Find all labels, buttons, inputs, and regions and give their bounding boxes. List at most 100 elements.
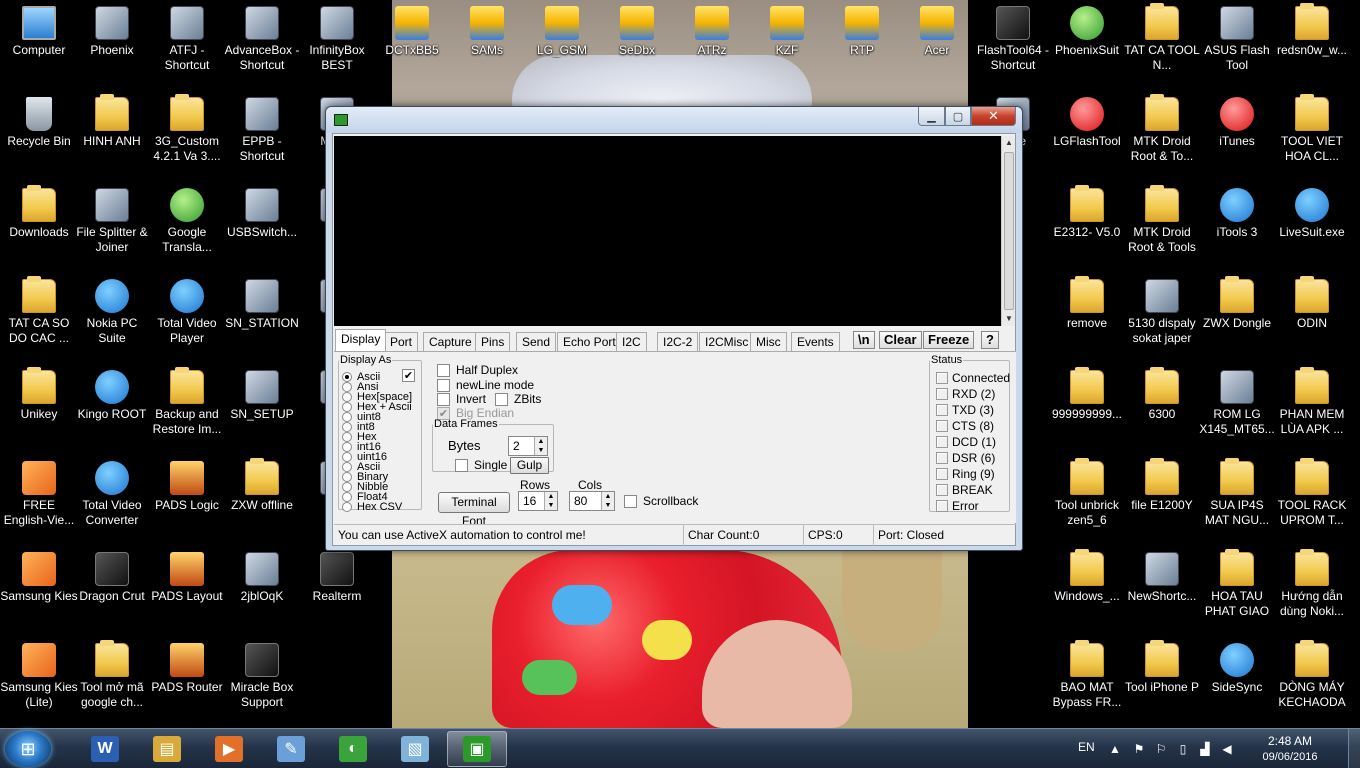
desktop-icon[interactable]: Nokia PC Suite (73, 273, 151, 359)
spinner-arrows-icon[interactable]: ▲ ▼ (544, 492, 557, 510)
taskbar-app-explorer[interactable]: ▤ (137, 731, 197, 767)
tab-pins[interactable]: Pins (475, 332, 511, 351)
gulp-button[interactable]: Gulp (510, 457, 549, 474)
desktop-icon[interactable]: TAT CA TOOL N... (1123, 0, 1201, 86)
zbits-option[interactable]: ZBits (495, 392, 541, 406)
desktop-icon[interactable]: Google Transla... (148, 182, 226, 268)
tab-send[interactable]: Send (516, 332, 557, 351)
desktop-icon[interactable]: FlashTool64 - Shortcut (974, 0, 1052, 86)
desktop-icon[interactable]: LGFlashTool (1048, 91, 1126, 177)
desktop-icon[interactable]: iTools 3 (1198, 182, 1276, 268)
desktop-icon[interactable]: Tool unbrick zen5_6 (1048, 455, 1126, 541)
zbits-checkbox[interactable] (495, 392, 508, 406)
desktop-icon[interactable]: Downloads (0, 182, 78, 268)
network-icon[interactable]: ▟ (1198, 742, 1212, 756)
desktop-icon[interactable]: TOOL RACK UPROM T... (1273, 455, 1351, 541)
desktop-icon[interactable]: NewShortc... (1123, 546, 1201, 632)
clock-time[interactable]: 2:48 AM (1260, 734, 1320, 748)
device-icon[interactable]: ⚑ (1132, 742, 1146, 756)
desktop-icon[interactable]: Total Video Player (148, 273, 226, 359)
tab-misc[interactable]: Misc (750, 332, 787, 351)
desktop-icon[interactable]: Total Video Converter (73, 455, 151, 541)
desktop-icon[interactable]: Phoenix (73, 0, 151, 86)
radio-button-icon[interactable] (342, 481, 352, 492)
desktop-icon[interactable]: SN_SETUP (223, 364, 301, 450)
tab-i2cmisc[interactable]: I2CMisc (699, 332, 755, 351)
radio-button-icon[interactable] (342, 421, 352, 432)
desktop-icon[interactable]: SideSync (1198, 637, 1276, 723)
radio-button-icon[interactable] (342, 501, 352, 512)
radio-button-icon[interactable] (342, 411, 352, 422)
desktop-icon[interactable]: Windows_... (1048, 546, 1126, 632)
desktop-icon[interactable]: Dragon Crut (73, 546, 151, 632)
desktop-icon[interactable]: BAO MAT Bypass FR... (1048, 637, 1126, 723)
radio-button-icon[interactable] (342, 381, 352, 392)
desktop-icon[interactable]: SeDbx (598, 0, 676, 86)
desktop-icon[interactable]: SAMs (448, 0, 526, 86)
desktop-icon[interactable]: Miracle Box Support (223, 637, 301, 723)
taskbar-app-notepad[interactable]: ▧ (385, 731, 445, 767)
desktop-icon[interactable]: Samsung Kies (0, 546, 78, 632)
tab-i2c[interactable]: I2C (616, 332, 647, 351)
half-duplex-checkbox[interactable] (437, 363, 450, 377)
freeze-button[interactable]: Freeze (923, 331, 975, 349)
language-indicator[interactable]: EN (1078, 740, 1095, 754)
invert-checkbox[interactable] (437, 392, 450, 406)
desktop-icon[interactable]: SN_STATION (223, 273, 301, 359)
desktop-icon[interactable]: 2jblOqK (223, 546, 301, 632)
taskbar-app-word[interactable]: W (75, 731, 135, 767)
desktop-icon[interactable]: Hướng dẫn dùng Noki... (1273, 546, 1351, 632)
desktop-icon[interactable]: ODIN (1273, 273, 1351, 359)
radio-button-icon[interactable] (342, 431, 352, 442)
desktop-icon[interactable]: iTunes (1198, 91, 1276, 177)
single-option[interactable]: Single (455, 458, 507, 472)
desktop-icon[interactable]: HINH ANH (73, 91, 151, 177)
show-desktop-button[interactable] (1348, 729, 1360, 768)
radio-button-icon[interactable] (342, 401, 352, 412)
desktop-icon[interactable]: HOA TAU PHAT GIAO (1198, 546, 1276, 632)
bytes-spinner[interactable]: 2 ▲ ▼ (508, 436, 548, 456)
desktop-icon[interactable]: EPPB - Shortcut (223, 91, 301, 177)
terminal-display[interactable] (334, 136, 1001, 326)
desktop-icon[interactable]: DCTxBB5 (373, 0, 451, 86)
desktop-icon[interactable]: Realterm (298, 546, 376, 632)
display-as-radio[interactable]: Hex CSV (342, 501, 402, 512)
desktop-icon[interactable]: InfinityBox BEST (298, 0, 376, 86)
clock-date[interactable]: 09/06/2016 (1256, 751, 1324, 763)
radio-button-icon[interactable] (342, 371, 352, 382)
terminal-scrollbar[interactable]: ▲ ▼ (1001, 136, 1015, 326)
rows-spinner[interactable]: 16 ▲ ▼ (518, 491, 558, 511)
radio-button-icon[interactable] (342, 391, 352, 402)
clear-button[interactable]: Clear (879, 331, 922, 349)
desktop-icon[interactable]: Samsung Kies (Lite) (0, 637, 78, 723)
tab-port[interactable]: Port (384, 332, 419, 351)
show-hidden-icons-icon[interactable]: ▲ (1108, 742, 1122, 756)
start-button[interactable]: ⊞ (5, 731, 51, 767)
radio-button-icon[interactable] (342, 441, 352, 452)
desktop-icon[interactable]: file E1200Y (1123, 455, 1201, 541)
desktop-icon[interactable]: ROM LG X145_MT65... (1198, 364, 1276, 450)
radio-button-icon[interactable] (342, 471, 352, 482)
radio-button-icon[interactable] (342, 461, 352, 472)
desktop-icon[interactable]: Unikey (0, 364, 78, 450)
desktop-icon[interactable]: MTK Droid Root & Tools (1123, 182, 1201, 268)
taskbar-app-coccoc[interactable]: ◐ (323, 731, 383, 767)
desktop-icon[interactable]: LiveSuit.exe (1273, 182, 1351, 268)
help-button[interactable]: ? (981, 331, 999, 349)
scroll-down-icon[interactable]: ▼ (1002, 312, 1016, 326)
desktop-icon[interactable]: AdvanceBox - Shortcut (223, 0, 301, 86)
invert-option[interactable]: Invert (437, 392, 486, 406)
desktop-icon[interactable]: File Splitter & Joiner (73, 182, 151, 268)
tab-i2c-2[interactable]: I2C-2 (657, 332, 699, 351)
volume-icon[interactable]: ◀ (1220, 742, 1234, 756)
half-duplex-option[interactable]: Half Duplex (437, 363, 518, 377)
desktop-icon[interactable]: ASUS Flash Tool (1198, 0, 1276, 86)
single-checkbox[interactable] (455, 458, 468, 472)
taskbar-app-paint[interactable]: ✎ (261, 731, 321, 767)
desktop-icon[interactable]: PADS Layout (148, 546, 226, 632)
desktop-icon[interactable]: redsn0w_w... (1273, 0, 1351, 86)
maximize-button[interactable]: ▢ (945, 107, 971, 126)
realterm-window[interactable]: ▁ ▢ ✕ ▲ ▼ Display Port Capture Pins Send… (325, 106, 1023, 551)
spinner-arrows-icon[interactable]: ▲ ▼ (534, 437, 547, 455)
desktop-icon[interactable]: FREE English-Vie... (0, 455, 78, 541)
